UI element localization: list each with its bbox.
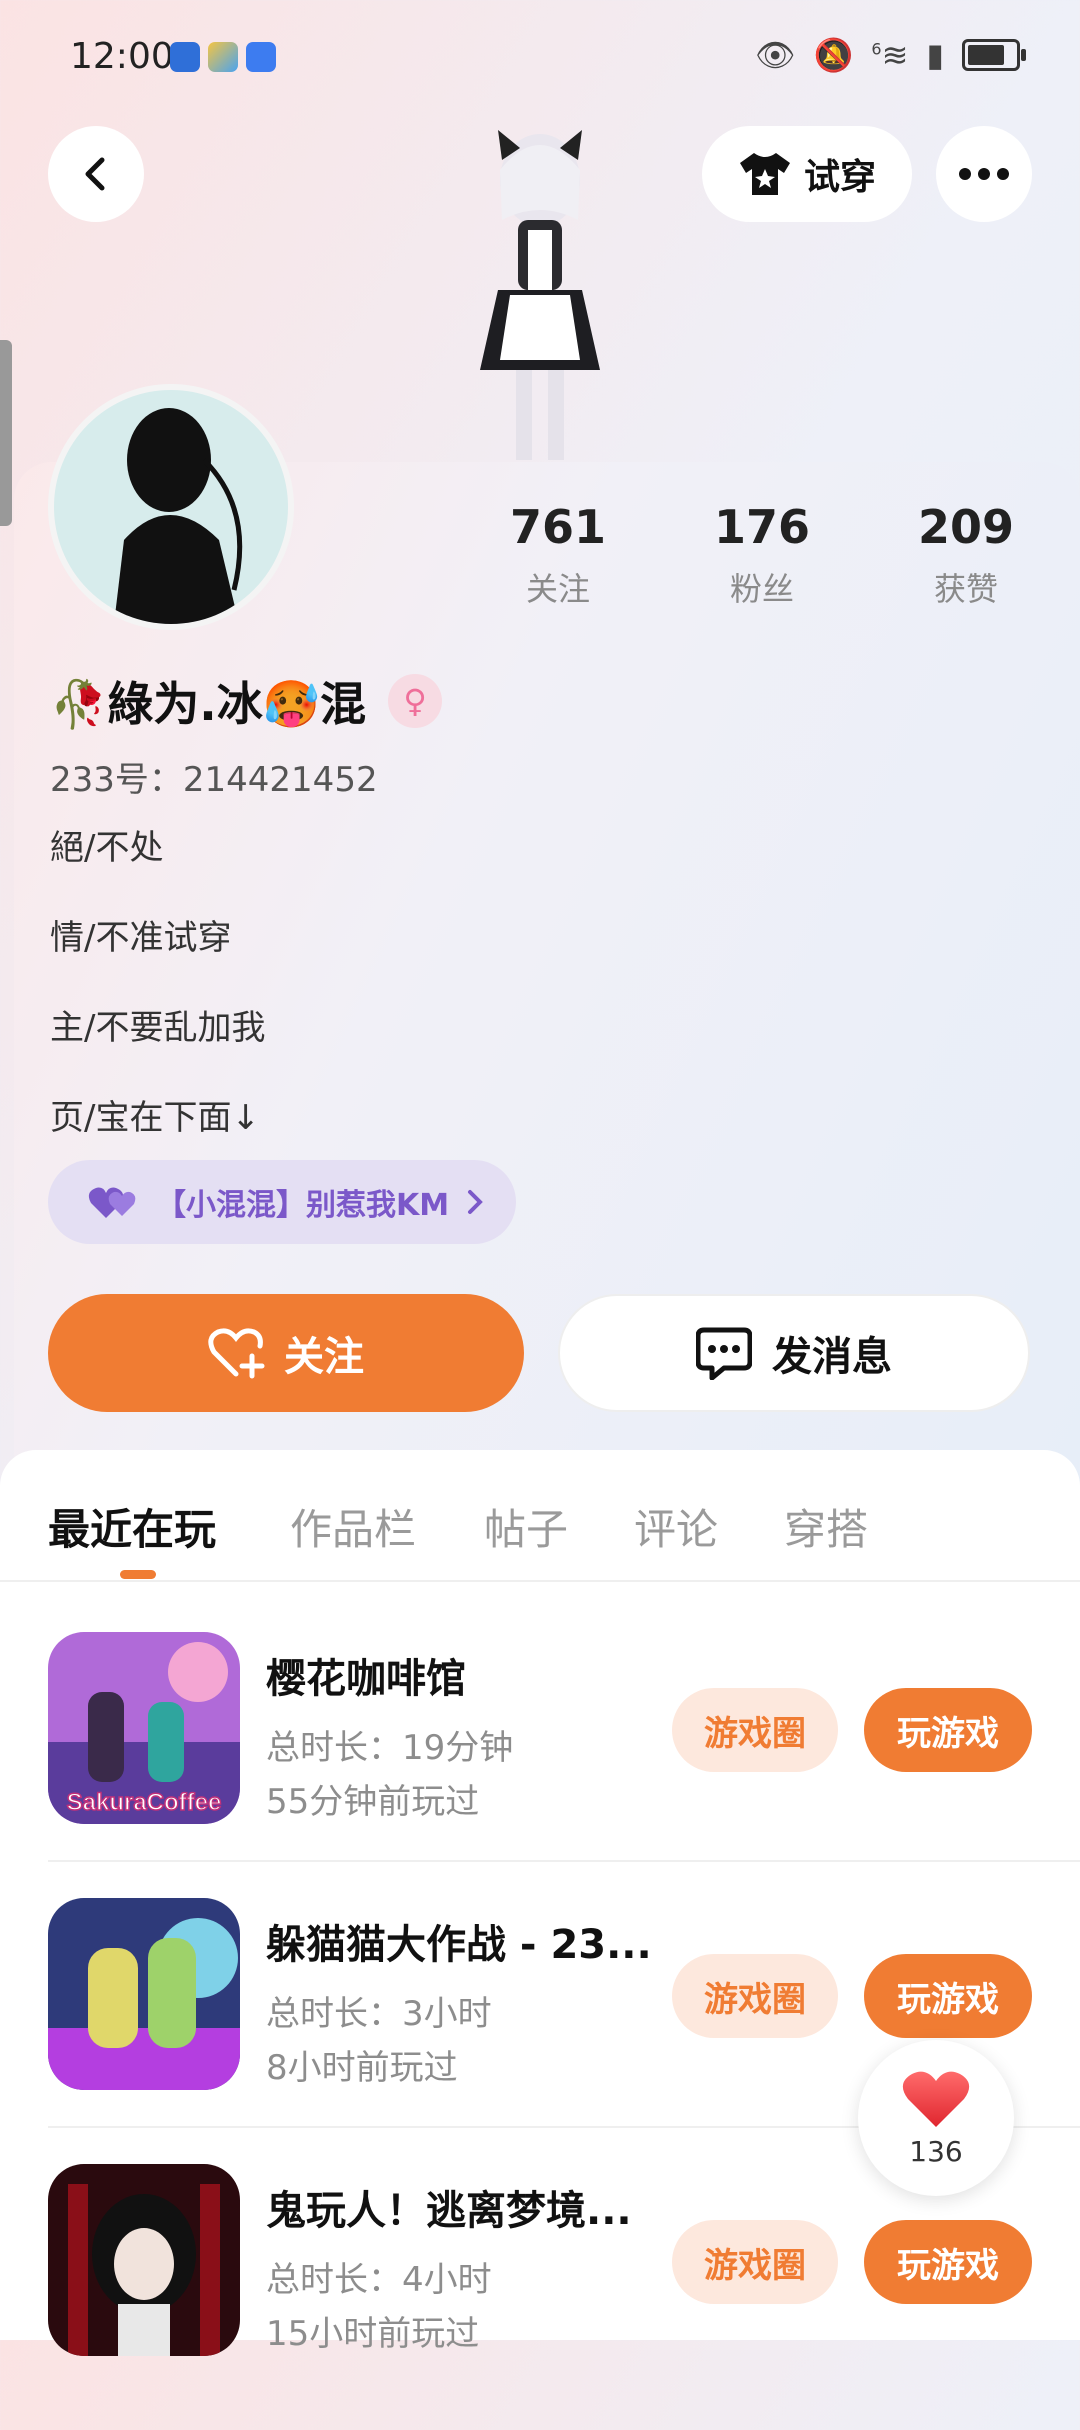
like-button[interactable]: 136 (858, 2040, 1014, 2196)
try-on-label: 试穿 (803, 157, 876, 198)
more-dots-icon (959, 168, 1009, 180)
game-duration: 总时长：3小时 (266, 1994, 492, 2034)
bio-line: 絕/不处 (50, 828, 164, 868)
game-last-played: 8小时前玩过 (266, 2048, 458, 2088)
follow-label: 关注 (284, 1334, 364, 1380)
name-row: 🥀綠为.冰🥵混 ♀ (50, 668, 443, 734)
game-last-played: 15小时前玩过 (266, 2314, 480, 2354)
game-title: 鬼玩人！逃离梦境... (266, 2188, 632, 2234)
stat-label: 获赞 (933, 570, 998, 608)
chevron-right-icon (468, 1190, 483, 1214)
stat-label: 关注 (525, 570, 590, 608)
like-count: 136 (909, 2134, 963, 2168)
blue-app-icon (246, 42, 276, 72)
play-game-button[interactable]: 玩游戏 (864, 1688, 1032, 1772)
try-on-button[interactable]: 试穿 (702, 126, 912, 222)
tab-posts[interactable]: 帖子 (484, 1496, 568, 1557)
bio-line: 主/不要乱加我 (50, 1008, 266, 1048)
female-icon: ♀ (388, 674, 443, 728)
game-title: 躲猫猫大作战 - 23... (266, 1922, 652, 1968)
play-game-button[interactable]: 玩游戏 (864, 2220, 1032, 2304)
pinwheel-app-icon (208, 42, 238, 72)
game-thumb-art (48, 1898, 240, 2090)
cell-signal-icon: ▮ (926, 36, 944, 74)
game-item[interactable]: 鬼玩人！逃离梦境... 总时长：4小时 15小时前玩过 游戏圈 玩游戏 (48, 2164, 1080, 2430)
content-panel: 最近在玩 作品栏 帖子 评论 穿搭 SakuraCoffee 樱花咖啡馆 总时长… (0, 1450, 1080, 2356)
tab-bar: 最近在玩 作品栏 帖子 评论 穿搭 (0, 1450, 1080, 1582)
club-badge[interactable]: 【小混混】别惹我KM (48, 1160, 516, 1244)
game-thumb-art: SakuraCoffee (48, 1632, 240, 1824)
tab-comments[interactable]: 评论 (634, 1496, 718, 1557)
stat-value: 209 (917, 500, 1015, 554)
wifi-generation: 6 (871, 39, 882, 59)
game-thumbnail[interactable] (48, 1898, 240, 2090)
status-bar: 12:00 👁 🔕 6≋ ▮ (0, 0, 1080, 110)
status-time: 12:00 (70, 36, 174, 77)
tshirt-icon (739, 153, 790, 195)
divider (48, 1860, 1080, 1862)
tab-outfits[interactable]: 穿搭 (784, 1496, 868, 1557)
avatar[interactable] (48, 384, 294, 630)
stat-fans[interactable]: 176 粉丝 (672, 500, 852, 610)
game-item[interactable]: SakuraCoffee 樱花咖啡馆 总时长：19分钟 55分钟前玩过 游戏圈 … (48, 1632, 1080, 1898)
more-button[interactable] (936, 126, 1032, 222)
edge-handle[interactable] (0, 340, 12, 526)
stat-following[interactable]: 761 关注 (468, 500, 648, 610)
profile-name: 🥀綠为.冰🥵混 (50, 677, 367, 731)
character-figure[interactable] (440, 120, 640, 470)
game-duration: 总时长：4小时 (266, 2260, 492, 2300)
back-button[interactable] (48, 126, 144, 222)
game-duration: 总时长：19分钟 (266, 1728, 514, 1768)
game-title: 樱花咖啡馆 (266, 1656, 466, 1702)
game-thumb-text: SakuraCoffee (67, 1789, 222, 1816)
game-circle-button[interactable]: 游戏圈 (672, 1688, 838, 1772)
status-right: 👁 🔕 6≋ ▮ (754, 36, 1026, 74)
tab-works[interactable]: 作品栏 (290, 1496, 416, 1557)
game-circle-button[interactable]: 游戏圈 (672, 2220, 838, 2304)
game-circle-button[interactable]: 游戏圈 (672, 1954, 838, 2038)
game-last-played: 55分钟前玩过 (266, 1782, 480, 1822)
battery-level (968, 45, 1004, 65)
wifi-icon: 6≋ (871, 36, 909, 74)
message-label: 发消息 (772, 1334, 892, 1380)
game-thumbnail[interactable] (48, 2164, 240, 2356)
play-game-button[interactable]: 玩游戏 (864, 1954, 1032, 2038)
game-thumb-art (48, 2164, 240, 2356)
stat-value: 176 (713, 500, 811, 554)
bio-line: 情/不准试穿 (50, 918, 232, 958)
avatar-silhouette (114, 408, 243, 624)
tab-recent[interactable]: 最近在玩 (48, 1496, 216, 1557)
mute-bell-icon: 🔕 (813, 36, 854, 74)
status-app-icons (170, 42, 276, 72)
follow-button[interactable]: 关注 (48, 1294, 524, 1412)
chevron-left-icon (85, 157, 105, 191)
double-heart-icon (88, 1187, 136, 1218)
user-id[interactable]: 233号：214421452 (50, 752, 378, 801)
stat-label: 粉丝 (729, 570, 794, 608)
chat-bubble-icon (696, 1327, 752, 1380)
eye-icon: 👁 (754, 36, 796, 74)
battery-icon (962, 39, 1026, 71)
tab-indicator (120, 1570, 156, 1579)
heart-plus-icon (208, 1328, 265, 1379)
shield-app-icon (170, 42, 200, 72)
message-button[interactable]: 发消息 (558, 1294, 1030, 1412)
game-thumbnail[interactable]: SakuraCoffee (48, 1632, 240, 1824)
heart-icon (902, 2071, 970, 2127)
stat-likes[interactable]: 209 获赞 (876, 500, 1056, 610)
club-label: 【小混混】别惹我KM (156, 1188, 450, 1223)
bio-line: 页/宝在下面↓ (50, 1098, 260, 1138)
stat-value: 761 (509, 500, 607, 554)
